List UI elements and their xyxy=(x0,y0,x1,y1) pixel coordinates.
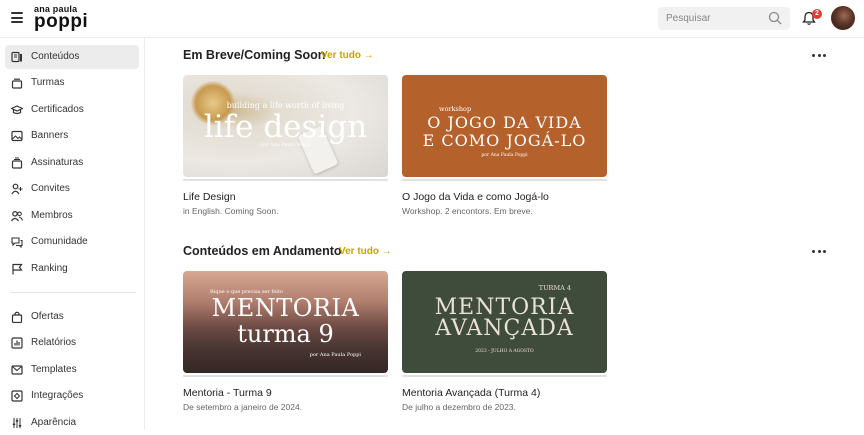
card-thumbnail[interactable]: workshop O JOGO DA VIDA E COMO JOGÁ-LO p… xyxy=(402,75,607,177)
sidebar-item-label: Ofertas xyxy=(31,311,64,322)
more-options-icon[interactable] xyxy=(812,54,826,58)
sidebar-item-label: Conteúdos xyxy=(31,51,80,62)
thumb-main-text: life design xyxy=(203,109,368,145)
sidebar-item-turmas[interactable]: Turmas xyxy=(5,71,139,95)
thumb-top-text: workshop xyxy=(439,105,472,113)
more-options-icon[interactable] xyxy=(812,250,826,254)
report-icon xyxy=(11,337,23,349)
card-subtitle: De setembro a janeiro de 2024. xyxy=(183,402,303,412)
integration-icon xyxy=(11,390,23,402)
thumb-bottom-text: por Ana Paula Poppi xyxy=(481,153,528,158)
bag-icon xyxy=(11,311,23,323)
thumb-top-text: TURMA 4 xyxy=(538,284,571,292)
sidebar-item-ranking[interactable]: Ranking xyxy=(5,257,139,281)
thumb-main-text: MENTORIA xyxy=(211,294,360,322)
progress-bar xyxy=(402,375,607,377)
sidebar-item-label: Relatórios xyxy=(31,337,77,348)
thumb-main-text-2: E COMO JOGÁ-LO xyxy=(422,131,587,150)
thumb-main-text-2: turma 9 xyxy=(237,320,334,348)
progress-bar xyxy=(183,375,388,377)
top-bar: ana paula poppi 2 xyxy=(0,0,864,38)
card-thumbnail[interactable]: TURMA 4 MENTORIA AVANÇADA 2023 - JULHO A… xyxy=(402,271,607,373)
search-box[interactable] xyxy=(658,7,790,30)
sidebar-item-label: Membros xyxy=(31,210,73,221)
sidebar-item-membros[interactable]: Membros xyxy=(5,204,139,228)
card-subtitle: in English. Coming Soon. xyxy=(183,206,279,216)
sidebar-item-templates[interactable]: Templates xyxy=(5,358,139,382)
see-all-link[interactable]: Ver tudo → xyxy=(339,246,392,257)
sidebar-item-label: Aparência xyxy=(31,417,77,428)
sidebar-item-label: Integrações xyxy=(31,390,84,401)
progress-bar xyxy=(183,179,388,181)
content-icon xyxy=(11,51,22,63)
subscription-icon xyxy=(11,157,23,169)
see-all-link[interactable]: Ver tudo → xyxy=(321,50,374,61)
card-title[interactable]: Mentoria - Turma 9 xyxy=(183,387,272,399)
sidebar-item-label: Comunidade xyxy=(31,236,88,247)
thumb-main-text-2: AVANÇADA xyxy=(435,316,574,341)
thumb-bottom-text: por Ana Paula Poppi xyxy=(309,352,361,358)
card-title[interactable]: O Jogo da Vida e como Jogá-lo xyxy=(402,191,549,203)
sidebar-item-assinaturas[interactable]: Assinaturas xyxy=(5,151,139,175)
main-content: Em Breve/Coming Soon Ver tudo → building… xyxy=(145,38,864,430)
sidebar-item-label: Assinaturas xyxy=(31,157,84,168)
sidebar-item-label: Templates xyxy=(31,364,77,375)
card-thumbnail[interactable]: Rique o que precisa ser feito MENTORIA t… xyxy=(183,271,388,373)
search-icon[interactable] xyxy=(768,11,782,25)
sidebar: Conteúdos Turmas Certificados Banners As… xyxy=(0,38,145,430)
logo-line2: poppi xyxy=(34,11,89,32)
sidebar-item-label: Banners xyxy=(31,130,69,141)
sliders-icon xyxy=(12,418,22,428)
section-title-coming-soon: Em Breve/Coming Soon xyxy=(183,48,326,62)
invite-icon xyxy=(11,183,23,195)
thumb-main-text: O JOGO DA VIDA xyxy=(427,113,582,132)
notification-badge: 2 xyxy=(812,9,822,19)
certificate-icon xyxy=(11,105,23,115)
sidebar-item-comunidade[interactable]: Comunidade xyxy=(5,230,139,254)
hamburger-menu-icon[interactable] xyxy=(11,12,23,23)
sidebar-item-ofertas[interactable]: Ofertas xyxy=(5,305,139,329)
sidebar-item-label: Ranking xyxy=(31,263,68,274)
logo[interactable]: ana paula poppi xyxy=(34,5,89,32)
chat-icon xyxy=(11,237,23,248)
card-title[interactable]: Life Design xyxy=(183,191,236,203)
sidebar-item-integracoes[interactable]: Integrações xyxy=(5,384,139,408)
flag-icon xyxy=(12,263,23,275)
sidebar-item-label: Certificados xyxy=(31,104,84,115)
sidebar-item-banners[interactable]: Banners xyxy=(5,124,139,148)
image-icon xyxy=(11,130,23,142)
sidebar-item-aparencia[interactable]: Aparência xyxy=(5,411,139,435)
sidebar-item-label: Convites xyxy=(31,183,70,194)
sidebar-item-conteudos[interactable]: Conteúdos xyxy=(5,45,139,69)
thumb-bottom-text: por Ana Paula Poppi xyxy=(259,142,312,148)
sidebar-item-label: Turmas xyxy=(31,77,65,88)
card-subtitle: Workshop. 2 encontors. Em breve. xyxy=(402,206,533,216)
card-thumbnail[interactable]: building a life worth of living life des… xyxy=(183,75,388,177)
avatar[interactable] xyxy=(831,6,855,30)
search-input[interactable] xyxy=(658,7,758,30)
card-title[interactable]: Mentoria Avançada (Turma 4) xyxy=(402,387,540,399)
card-subtitle: De julho a dezembro de 2023. xyxy=(402,402,516,412)
members-icon xyxy=(11,210,23,222)
progress-bar xyxy=(402,179,607,181)
section-title-in-progress: Conteúdos em Andamento xyxy=(183,244,342,258)
mail-icon xyxy=(11,365,23,375)
sidebar-item-certificados[interactable]: Certificados xyxy=(5,98,139,122)
sidebar-item-convites[interactable]: Convites xyxy=(5,177,139,201)
thumb-bottom-text: 2023 - JULHO A AGOSTO xyxy=(475,349,534,354)
sidebar-divider xyxy=(10,292,136,293)
group-icon xyxy=(11,78,23,89)
sidebar-item-relatorios[interactable]: Relatórios xyxy=(5,331,139,355)
